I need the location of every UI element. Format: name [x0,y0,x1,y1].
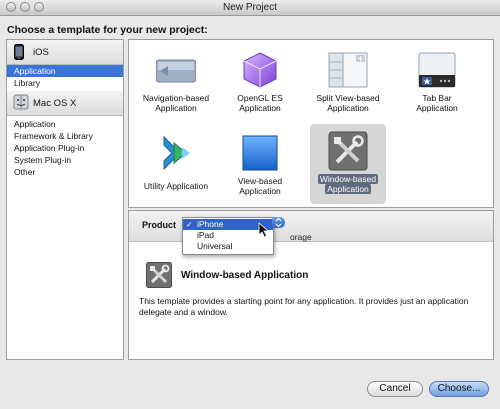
template-grid: Navigation-based Application OpenGL ES App… [128,39,494,208]
detail-description: This template provides a starting point … [139,296,469,317]
sidebar-item-other[interactable]: Other [7,166,123,178]
popup-chevron-icon [275,217,282,228]
menu-item-label: iPad [197,230,215,240]
sidebar-item-system-plugin[interactable]: System Plug-in [7,154,123,166]
template-category-sidebar: iOS Application Library Mac OS X Applica… [6,39,124,360]
template-label-line1: Navigation-based [142,93,210,103]
utility-arrows-icon [156,133,196,173]
category-label: Mac OS X [33,98,77,109]
mac-finder-icon [13,94,29,112]
core-data-option-fragment[interactable]: orage [290,232,312,242]
template-tab-bar[interactable]: Tab Bar Application [396,43,478,123]
mouse-pointer-icon [258,222,270,240]
choose-button[interactable]: Choose... [429,381,489,397]
page-heading: Choose a template for your new project: [7,24,208,36]
template-label-line1: Window-based [317,174,379,184]
template-label-line1: View-based [237,176,283,186]
template-navigation-based[interactable]: Navigation-based Application [135,43,217,123]
menu-item-label: Universal [197,241,233,251]
sidebar-item-mac-application[interactable]: Application [7,118,123,130]
sidebar-item-application-plugin[interactable]: Application Plug-in [7,142,123,154]
template-label-line1: Tab Bar [422,93,452,103]
detail-title: Window-based Application [181,270,309,281]
template-label-line1: Utility Application [143,181,209,191]
template-view-based[interactable]: View-based Application [219,126,301,206]
template-opengl-es[interactable]: OpenGL ES Application [219,43,301,123]
template-split-view-based[interactable]: Split View-based Application [307,43,389,123]
sidebar-item-ios-library[interactable]: Library [7,77,123,89]
template-label-line2: Application [239,186,281,196]
template-label-line1: OpenGL ES [237,93,283,103]
template-window-based[interactable]: Window-based Application [310,124,386,204]
category-header-ios[interactable]: iOS [7,40,123,65]
category-header-mac-os-x[interactable]: Mac OS X [7,91,123,116]
window-based-small-icon [146,262,172,288]
navigation-based-icon [155,50,197,90]
sidebar-item-framework-library[interactable]: Framework & Library [7,130,123,142]
popup-arrows-button[interactable] [272,217,285,228]
template-utility-application[interactable]: Utility Application [135,126,217,206]
iphone-icon [14,44,24,62]
view-based-icon [240,133,280,173]
window-title: New Project [223,2,277,13]
template-label-line1: Split View-based [316,93,380,103]
template-label-line2: Application [327,103,369,113]
window-based-tools-icon [328,131,368,171]
new-project-window: New Project Choose a template for your n… [0,0,500,409]
split-view-icon [328,50,368,90]
menu-item-label: iPhone [197,219,224,229]
product-label: Product [142,220,177,230]
tab-bar-icon [417,50,457,90]
template-label-line2: Application [416,103,458,113]
menu-item-universal[interactable]: Universal [183,241,273,252]
template-label-line2: Application [155,103,197,113]
opengl-cube-icon [240,50,280,90]
title-bar: New Project [0,0,500,16]
category-label: iOS [33,47,49,58]
template-label-line2: Application [239,103,281,113]
sidebar-item-ios-application[interactable]: Application [7,65,123,77]
cancel-button[interactable]: Cancel [367,381,423,397]
template-label-line2: Application [325,184,371,194]
checkmark-icon: ✓ [186,220,193,229]
